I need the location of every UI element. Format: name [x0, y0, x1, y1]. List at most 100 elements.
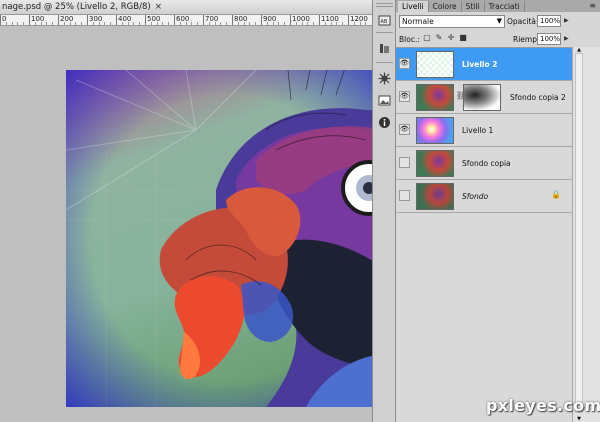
eye-icon[interactable]: 👁 [399, 157, 410, 168]
ruler-minor-tick [336, 22, 338, 25]
ruler-major-tick [29, 15, 30, 25]
layer-mask-thumbnail[interactable] [463, 84, 501, 111]
layer-thumbnail [416, 183, 454, 210]
ruler-minor-tick [69, 22, 71, 25]
lock-transparency-icon[interactable]: ▢ [422, 33, 432, 43]
blend-mode-value: Normale [402, 17, 434, 26]
layer-thumbnail [416, 150, 454, 177]
layer-thumbnail [416, 117, 454, 144]
ruler-minor-tick [324, 22, 326, 25]
eye-icon[interactable]: 👁 [399, 124, 410, 135]
ruler-minor-tick [353, 22, 355, 25]
ruler-major-tick [261, 15, 262, 25]
ruler-minor-tick [75, 22, 77, 25]
image-icon[interactable] [376, 92, 393, 109]
ruler-major-tick [87, 15, 88, 25]
opacity-slider-icon[interactable]: ▶ [564, 17, 569, 24]
ruler-minor-tick [5, 22, 7, 25]
ruler-minor-tick [81, 22, 83, 25]
ruler-minor-tick [301, 22, 303, 25]
ruler-major-tick [174, 15, 175, 25]
layer-row[interactable]: 👁 Livello 1 [396, 114, 572, 147]
scroll-track[interactable] [575, 53, 583, 413]
strip-grip[interactable] [376, 3, 393, 7]
eye-icon[interactable]: 👁 [399, 58, 410, 69]
layer-thumbnail [416, 84, 454, 111]
layer-row[interactable]: 👁 Sfondo copia [396, 147, 572, 180]
layer-row[interactable]: 👁 Livello 2 [396, 48, 572, 81]
ruler-minor-tick [52, 22, 54, 25]
document-tab[interactable]: nage.psd @ 25% (Livello 2, RGB/8) × [0, 0, 372, 15]
ruler-minor-tick [179, 22, 181, 25]
ruler-minor-tick [98, 22, 100, 25]
lock-label: Bloc.: [399, 35, 420, 44]
panel-icon-strip: AB [372, 0, 396, 422]
ruler-minor-tick [255, 22, 257, 25]
lock-all-icon[interactable]: ■ [458, 33, 468, 43]
layer-name: Sfondo copia 2 [510, 93, 566, 102]
layer-name: Livello 2 [462, 60, 498, 69]
tab-colore[interactable]: Colore [429, 1, 462, 12]
opacity-value: 100% [540, 17, 561, 25]
watermark-text: pxleyes.com [486, 396, 600, 415]
layers-scrollbar[interactable]: ▲ ▼ [572, 47, 600, 422]
ruler-minor-tick [220, 22, 222, 25]
ruler-major-tick [290, 15, 291, 25]
ruler-label: 600 [176, 15, 190, 23]
horizontal-ruler: 0 100 200 300 400 500 600 700 800 900 1000 1100 1200 [0, 15, 372, 26]
lock-pixels-icon[interactable]: ✎ [434, 33, 444, 43]
actions-icon[interactable] [376, 40, 393, 57]
layers-panel: Livelli Colore Stili Tracciati ≡ Normale… [396, 0, 600, 422]
canvas-area[interactable] [0, 26, 396, 422]
ruler-minor-tick [266, 22, 268, 25]
tab-livelli[interactable]: Livelli [398, 1, 429, 12]
document-title: nage.psd @ 25% (Livello 2, RGB/8) [2, 2, 151, 12]
ruler-minor-tick [208, 22, 210, 25]
panel-menu-icon[interactable]: ≡ [589, 1, 596, 10]
tab-tracciati[interactable]: Tracciati [485, 1, 525, 12]
lock-icon: 🔒 [551, 190, 561, 199]
layer-name: Sfondo [462, 192, 489, 201]
blend-mode-select[interactable]: Normale ▼ [399, 15, 505, 28]
navigator-icon[interactable] [376, 70, 393, 87]
ruler-label: 300 [89, 15, 103, 23]
ruler-minor-tick [34, 22, 36, 25]
info-icon[interactable] [376, 114, 393, 131]
opacity-input[interactable]: 100% [537, 15, 561, 27]
ruler-minor-tick [191, 22, 193, 25]
fill-value: 100% [540, 35, 561, 43]
ruler-label: 500 [147, 15, 161, 23]
blend-row: Normale ▼ Opacità: 100% ▶ [396, 13, 600, 31]
ruler-minor-tick [92, 22, 94, 25]
ruler-minor-tick [313, 22, 315, 25]
close-icon[interactable]: × [155, 2, 163, 12]
fill-slider-icon[interactable]: ▶ [564, 35, 569, 42]
eye-icon[interactable]: 👁 [399, 91, 410, 102]
ruler-major-tick [203, 15, 204, 25]
ruler-minor-tick [133, 22, 135, 25]
lock-row: Bloc.: ▢ ✎ ✛ ■ Riemp.: 100% ▶ [396, 31, 600, 47]
ruler-major-tick [232, 15, 233, 25]
layer-name: Livello 1 [462, 126, 494, 135]
ruler-minor-tick [104, 22, 106, 25]
ruler-minor-tick [156, 22, 158, 25]
scroll-down-icon[interactable]: ▼ [575, 416, 583, 422]
artwork-image [66, 70, 396, 407]
strip-separator [376, 62, 393, 63]
ruler-minor-tick [359, 22, 361, 25]
lock-position-icon[interactable]: ✛ [446, 33, 456, 43]
fill-input[interactable]: 100% [537, 33, 561, 45]
ruler-label: 200 [60, 15, 74, 23]
ruler-major-tick [116, 15, 117, 25]
tab-stili[interactable]: Stili [462, 1, 485, 12]
eye-icon[interactable]: 👁 [399, 190, 410, 201]
ruler-label: 100 [31, 15, 45, 23]
layer-row[interactable]: 👁 ⛓ Sfondo copia 2 [396, 81, 572, 114]
layer-row[interactable]: 👁 Sfondo 🔒 [396, 180, 572, 213]
history-icon[interactable]: AB [376, 12, 393, 29]
ruler-minor-tick [17, 22, 19, 25]
strip-separator [376, 32, 393, 33]
ruler-minor-tick [40, 22, 42, 25]
ruler-minor-tick [237, 22, 239, 25]
ruler-minor-tick [110, 22, 112, 25]
